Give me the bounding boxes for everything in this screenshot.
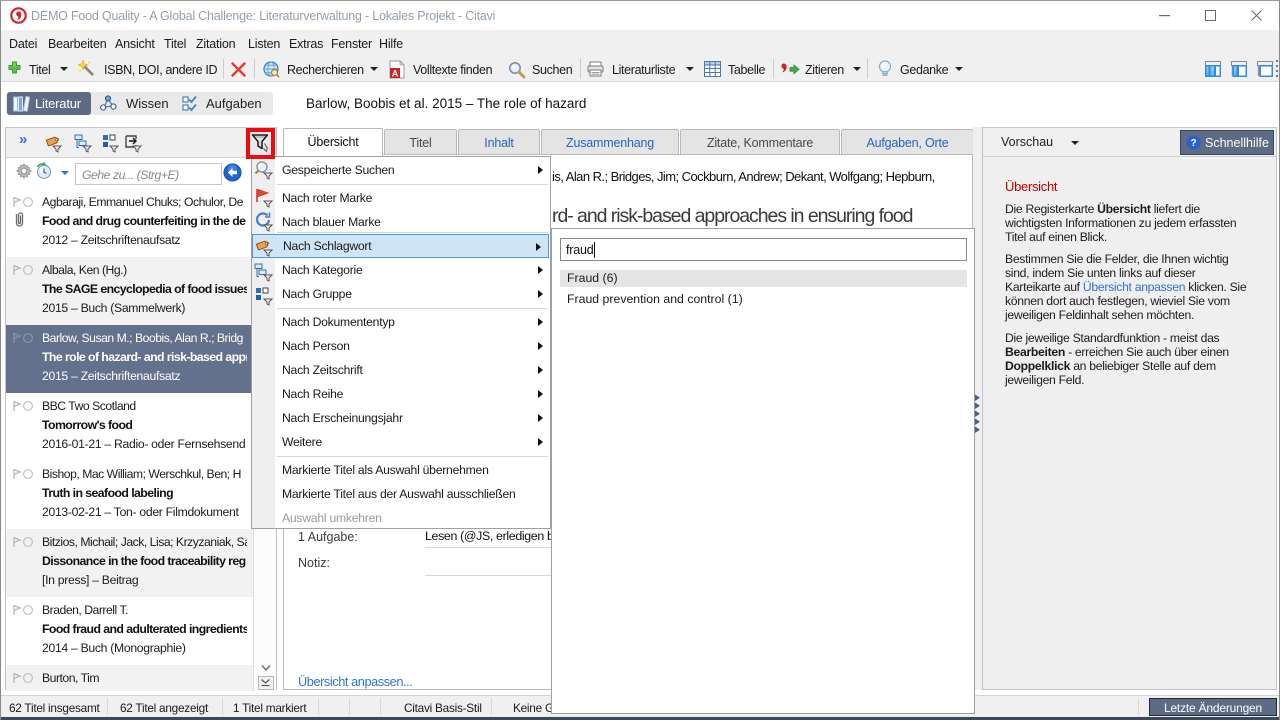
svg-text:A: A — [392, 69, 399, 79]
svg-text:?: ? — [1190, 138, 1196, 149]
